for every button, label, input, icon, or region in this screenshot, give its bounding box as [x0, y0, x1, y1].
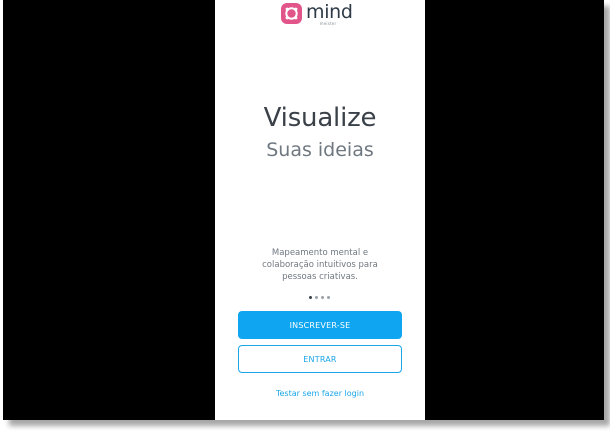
page-indicator[interactable] — [309, 296, 330, 299]
onboarding-subheadline: Suas ideias — [266, 139, 374, 161]
login-button[interactable]: ENTRAR — [238, 345, 402, 373]
try-without-login-link[interactable]: Testar sem fazer login — [215, 389, 425, 398]
logo-wordmark: mind meister — [306, 1, 353, 26]
onboarding-description: Mapeamento mental e colaboração intuitiv… — [262, 248, 378, 282]
logo-subword: meister — [319, 21, 337, 26]
page-dot-2[interactable] — [315, 296, 318, 299]
mindmeister-logo-icon — [281, 3, 302, 24]
onboarding-headline: Visualize — [263, 103, 377, 133]
page-dot-3[interactable] — [321, 296, 324, 299]
screenshot-frame: mind meister Visualize Suas ideias Mapea… — [0, 0, 610, 431]
signup-button[interactable]: INSCREVER-SE — [238, 311, 402, 339]
phone-screen: mind meister Visualize Suas ideias Mapea… — [215, 0, 425, 420]
logo-word: mind — [306, 1, 353, 23]
app-logo: mind meister — [281, 2, 353, 28]
page-dot-1[interactable] — [309, 296, 312, 299]
page-dot-4[interactable] — [327, 296, 330, 299]
